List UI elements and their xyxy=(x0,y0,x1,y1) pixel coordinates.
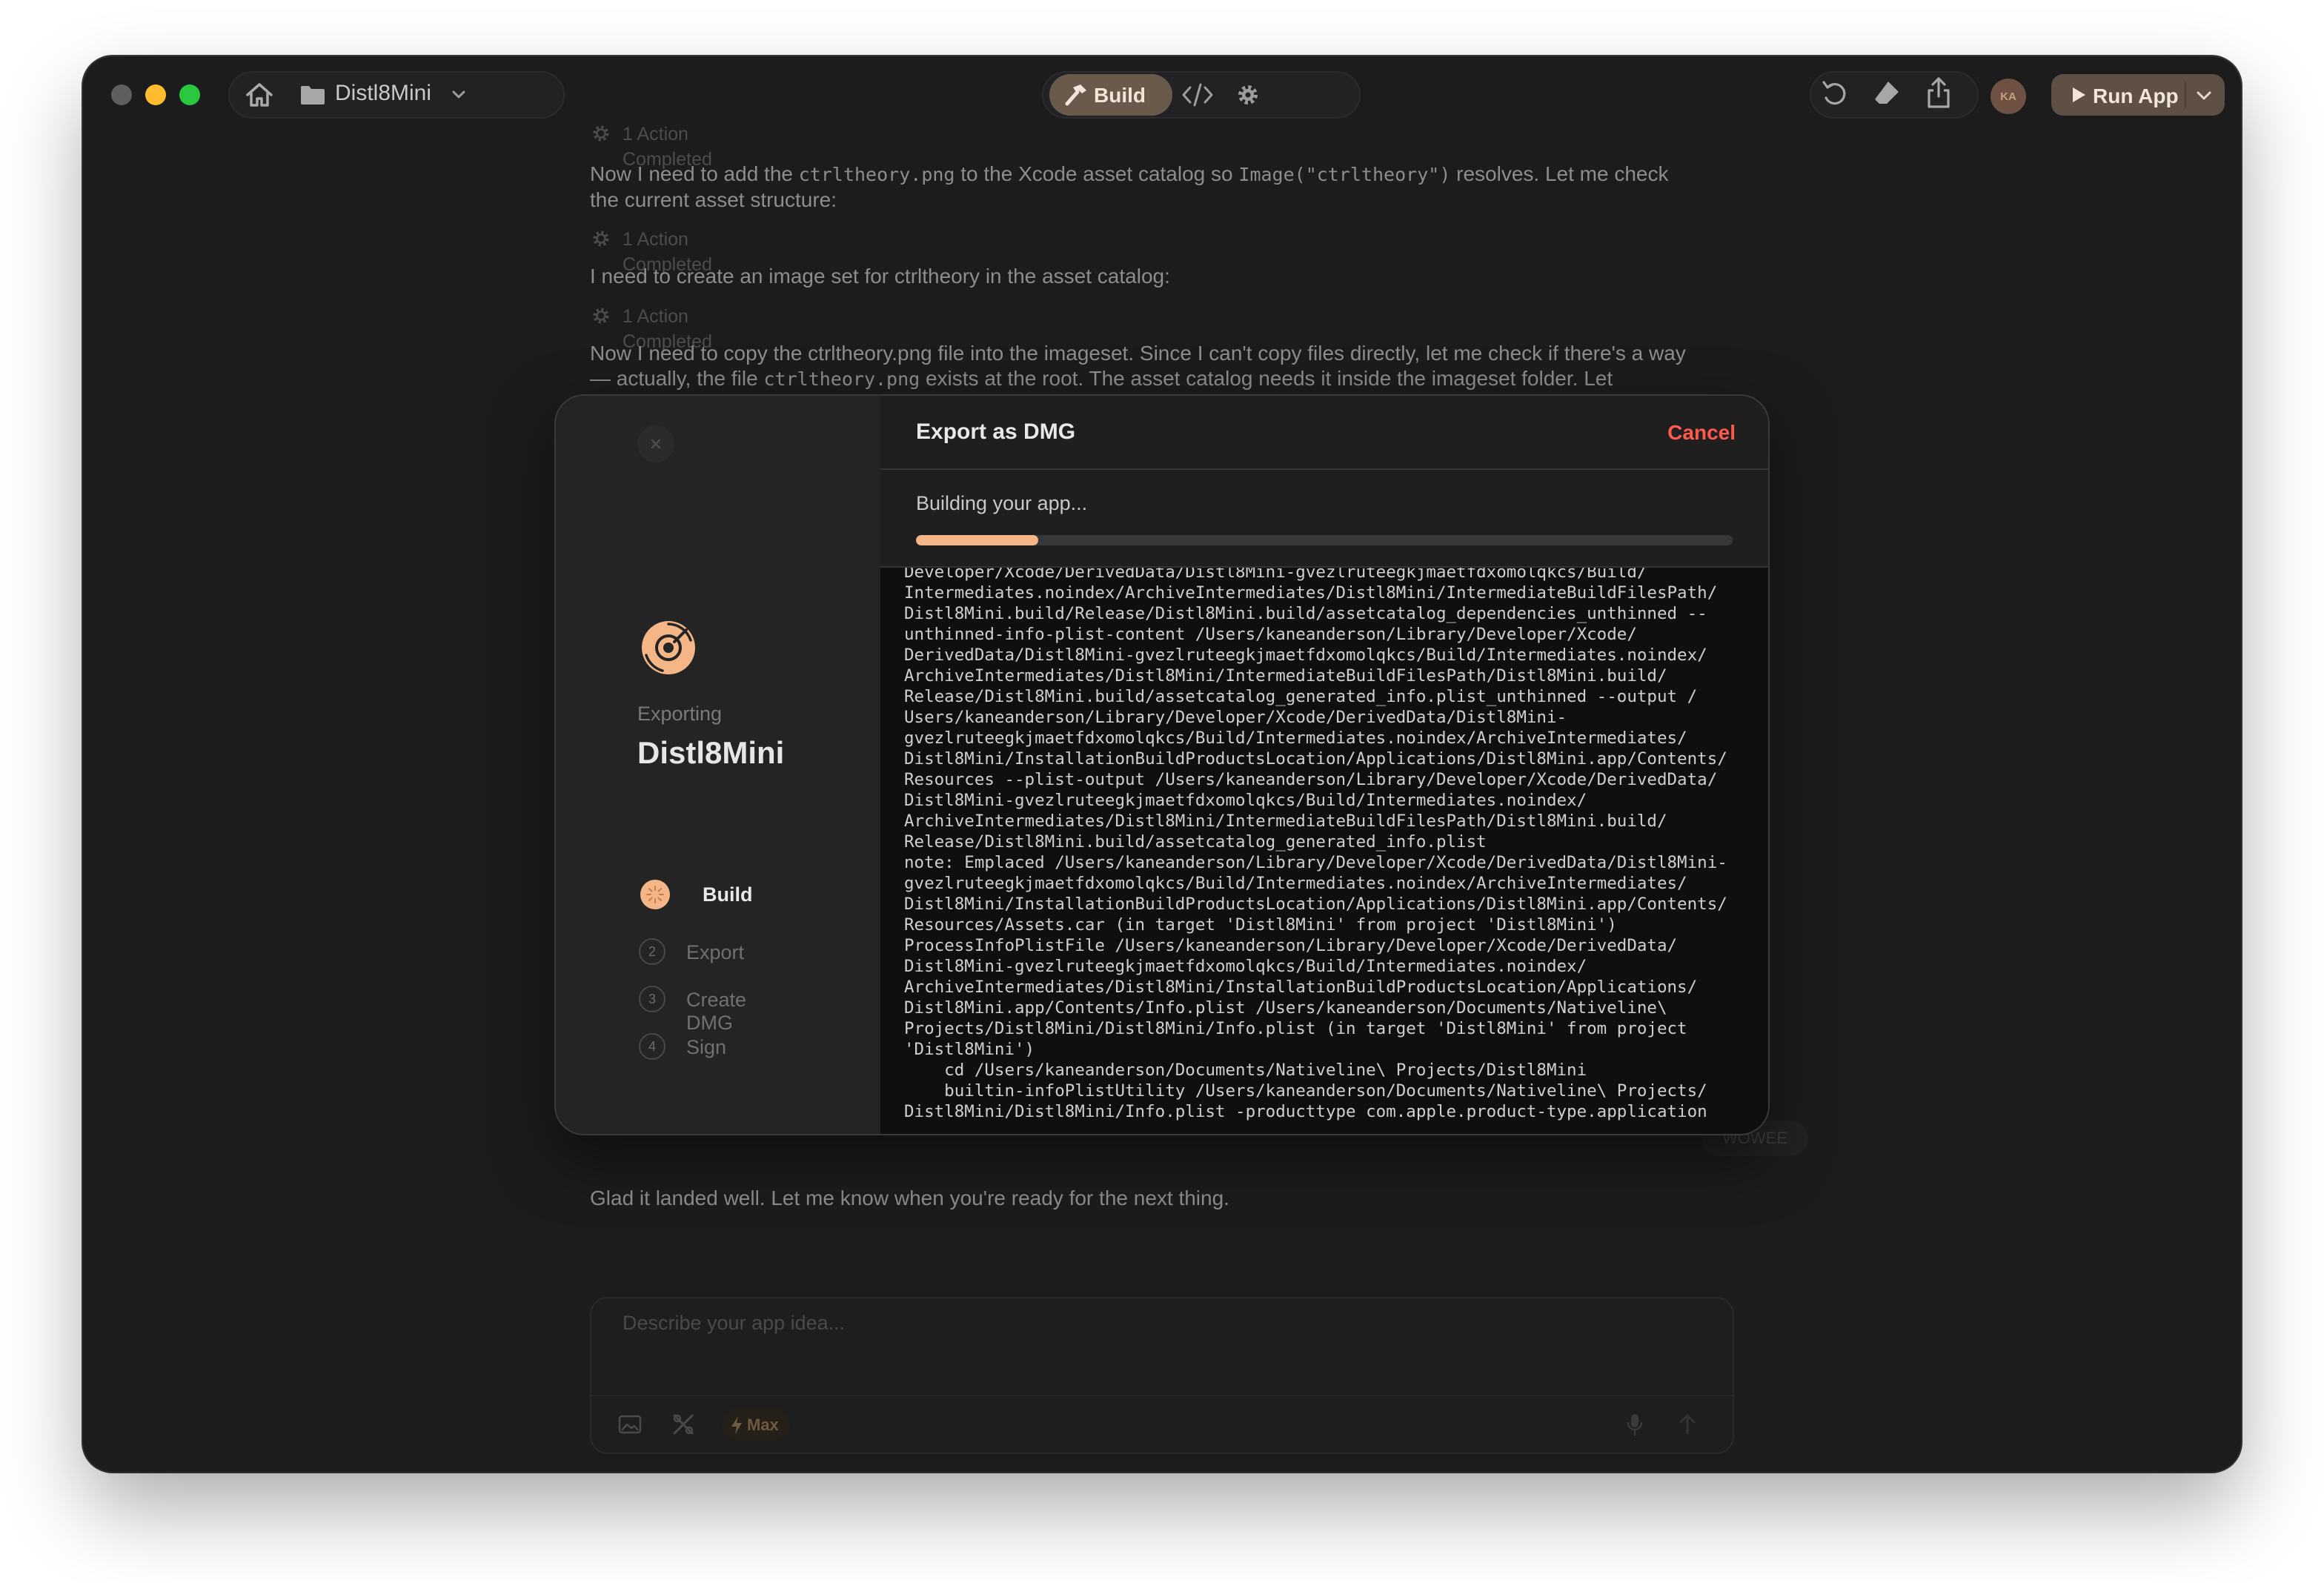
minimize-window-button[interactable] xyxy=(145,84,166,105)
progress-bar xyxy=(916,535,1733,545)
code-icon[interactable] xyxy=(1181,82,1214,108)
chevron-down-icon[interactable] xyxy=(2195,90,2213,101)
hammer-icon xyxy=(1065,84,1086,106)
folder-icon xyxy=(301,86,325,104)
export-project-name: Distl8Mini xyxy=(637,735,785,770)
eraser-icon[interactable] xyxy=(1872,79,1902,108)
zoom-window-button[interactable] xyxy=(179,84,200,105)
prompt-input[interactable]: Describe your app idea... xyxy=(622,1312,845,1335)
tools-icon[interactable] xyxy=(671,1413,695,1436)
prompt-composer[interactable]: Describe your app idea... Max xyxy=(590,1297,1734,1454)
run-button-separator xyxy=(2185,82,2186,108)
gear-icon[interactable] xyxy=(1235,82,1261,108)
microphone-icon[interactable] xyxy=(1626,1413,1644,1438)
title-bar: Distl8Mini Build KA Run App xyxy=(83,56,2241,133)
project-name-dropdown[interactable]: Distl8Mini xyxy=(335,81,431,106)
share-icon[interactable] xyxy=(1924,76,1953,110)
gear-icon xyxy=(593,125,609,142)
assistant-message: I need to create an image set for ctrlth… xyxy=(590,265,1170,288)
export-main-panel: Export as DMG Cancel Building your app..… xyxy=(880,396,1768,1134)
app-window: Distl8Mini Build KA Run App 1 Action Com… xyxy=(83,56,2241,1472)
close-window-button[interactable] xyxy=(111,84,132,105)
dialog-title: Export as DMG xyxy=(916,419,1076,444)
close-icon xyxy=(651,439,661,449)
progress-section: Building your app... xyxy=(880,470,1768,568)
run-app-button[interactable]: Run App xyxy=(2051,74,2225,116)
build-log[interactable]: Developer/Xcode/DerivedData/Distl8Mini-g… xyxy=(880,568,1768,1134)
image-icon[interactable] xyxy=(618,1414,642,1435)
composer-divider xyxy=(591,1395,1733,1396)
dialog-header: Export as DMG Cancel xyxy=(880,396,1768,470)
user-avatar[interactable]: KA xyxy=(1991,79,2026,114)
spinner-icon xyxy=(640,880,670,909)
build-log-text: Developer/Xcode/DerivedData/Distl8Mini-g… xyxy=(904,568,1727,1121)
assistant-message: Glad it landed well. Let me know when yo… xyxy=(590,1187,1229,1209)
progress-bar-fill xyxy=(916,535,1039,545)
assistant-message: Now I need to add the ctrltheory.png to … xyxy=(590,162,1669,211)
bolt-icon xyxy=(731,1416,742,1434)
assistant-message: Now I need to copy the ctrltheory.png fi… xyxy=(590,342,1686,390)
export-sidebar: Exporting Distl8Mini Build 2 Export 3 Cr… xyxy=(556,396,880,1134)
send-arrow-icon[interactable] xyxy=(1678,1413,1697,1436)
gear-icon xyxy=(593,308,609,324)
chevron-down-icon[interactable] xyxy=(451,89,467,101)
build-mode-button[interactable]: Build xyxy=(1049,74,1172,116)
disc-icon xyxy=(642,621,695,674)
cancel-button[interactable]: Cancel xyxy=(1667,421,1736,445)
build-status-text: Building your app... xyxy=(916,492,1088,514)
revert-icon[interactable] xyxy=(1820,79,1850,111)
export-dmg-dialog: Exporting Distl8Mini Build 2 Export 3 Cr… xyxy=(554,394,1770,1135)
dialog-close-button[interactable] xyxy=(637,425,674,462)
play-icon xyxy=(2073,87,2085,102)
gear-icon xyxy=(593,230,609,247)
exporting-label: Exporting xyxy=(637,703,723,725)
home-icon[interactable] xyxy=(245,82,274,108)
